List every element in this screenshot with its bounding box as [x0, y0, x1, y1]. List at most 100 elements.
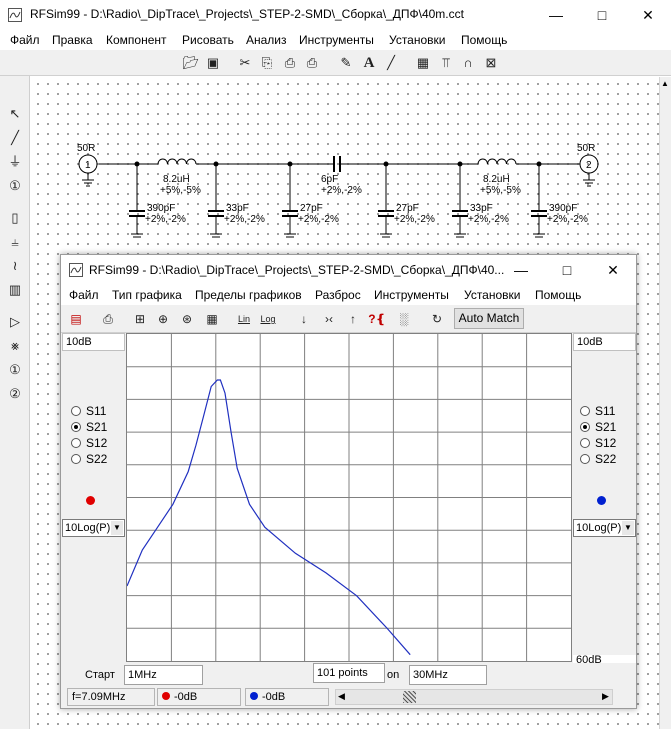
right-radio-s11[interactable]: S11 — [580, 404, 640, 420]
left-radio-s12[interactable]: S12 — [71, 436, 131, 452]
port2-number: 2 — [586, 160, 592, 171]
radio-indicator[interactable] — [580, 406, 590, 416]
radio-indicator[interactable] — [580, 438, 590, 448]
radio-label: S11 — [86, 404, 107, 418]
right-scale-box[interactable]: 10dB — [573, 333, 636, 351]
plot-svg — [126, 334, 571, 661]
shunt-cap-value: 390pF — [147, 203, 175, 214]
help-marker-icon[interactable]: ?❴ — [368, 310, 386, 328]
graph-menu-file[interactable]: Файл — [69, 288, 99, 302]
left-trace-color-dot — [86, 496, 95, 505]
radio-indicator[interactable] — [71, 422, 81, 432]
radio-label: S11 — [595, 404, 616, 418]
left-scale-box[interactable]: 10dB — [62, 333, 125, 351]
graph-menu-bar: Файл Тип графика Пределы графиков Разбро… — [61, 285, 636, 305]
marker-down-icon[interactable]: ↓ — [295, 310, 313, 328]
status-left-dot — [162, 692, 170, 700]
radio-label: S12 — [595, 436, 617, 450]
transformer-icon[interactable]: ⨳ — [6, 336, 24, 356]
right-format-select[interactable]: 10Log(P) ▼ — [573, 519, 636, 537]
radio-indicator[interactable] — [580, 422, 590, 432]
lin-scale-button[interactable]: Lin — [235, 310, 253, 328]
right-radio-s22[interactable]: S22 — [580, 452, 640, 468]
scroll-left-icon[interactable]: ◀ — [338, 691, 345, 702]
radio-indicator[interactable] — [71, 406, 81, 416]
inductor-right-tolerance: +5%,-5% — [480, 185, 521, 196]
tune-scrollbar[interactable]: ◀ ▶ — [335, 689, 613, 705]
port2-impedance: 50R — [577, 143, 595, 154]
scroll-right-icon[interactable]: ▶ — [602, 691, 609, 702]
transistor-icon[interactable]: ▷ — [6, 312, 24, 332]
radio-indicator[interactable] — [580, 454, 590, 464]
radio-indicator[interactable] — [71, 454, 81, 464]
graph-print-icon[interactable]: ⎙ — [99, 310, 117, 328]
zoom-in-icon[interactable]: ›‹ — [320, 310, 338, 328]
export-icon[interactable]: ▤ — [67, 310, 85, 328]
radio-label: S21 — [595, 420, 617, 434]
radio-label: S22 — [595, 452, 617, 466]
graph-menu-graph-type[interactable]: Тип графика — [112, 288, 182, 302]
response-plot[interactable] — [126, 333, 572, 662]
right-trace-color-dot — [597, 496, 606, 505]
radio-indicator[interactable] — [71, 438, 81, 448]
radio-label: S21 — [86, 420, 108, 434]
graph-window[interactable]: RFSim99 - D:\Radio\_DipTrace\_Projects\_… — [60, 254, 637, 709]
smith-plot-icon[interactable]: ⊛ — [178, 310, 196, 328]
graph-minimize-button[interactable]: — — [498, 255, 544, 285]
graph-menu-limits[interactable]: Пределы графиков — [195, 288, 302, 302]
log-scale-button[interactable]: Log — [259, 310, 277, 328]
shunt-cap-value: 27pF — [300, 203, 323, 214]
port1-icon[interactable]: ① — [6, 360, 24, 380]
port1-number: 1 — [85, 160, 91, 171]
shunt-cap-tolerance: +2%,-2% — [224, 214, 265, 225]
right-radio-s12[interactable]: S12 — [580, 436, 640, 452]
shunt-cap-tolerance: +2%,-2% — [468, 214, 509, 225]
scroll-thumb[interactable] — [403, 691, 416, 703]
status-right-dot — [250, 692, 258, 700]
series-cap-value: 6pF — [321, 174, 338, 185]
chevron-down-icon[interactable]: ▼ — [622, 521, 634, 535]
port1-impedance: 50R — [77, 143, 95, 154]
graph-menu-tools[interactable]: Инструменты — [374, 288, 449, 302]
left-format-select[interactable]: 10Log(P) ▼ — [62, 519, 125, 537]
table-icon[interactable]: ▦ — [203, 310, 221, 328]
graph-status-bar: f=7.09MHz -0dB -0dB ◀ ▶ — [61, 686, 636, 708]
polar-plot-icon[interactable]: ⊕ — [154, 310, 172, 328]
stop-frequency-input[interactable]: 30MHz — [409, 665, 487, 685]
graph-menu-help[interactable]: Помощь — [535, 288, 581, 302]
right-radio-s21[interactable]: S21 — [580, 420, 640, 436]
schematic-drawing: 50R 1 50R 2 8.2uH +5%,-5% 8.2uH +5%,-5% … — [77, 143, 599, 238]
graph-maximize-button[interactable]: □ — [544, 255, 590, 285]
tolerance-icon[interactable]: ░ — [395, 310, 413, 328]
marker-up-icon[interactable]: ↑ — [344, 310, 362, 328]
graph-title-bar[interactable]: RFSim99 - D:\Radio\_DipTrace\_Projects\_… — [61, 255, 636, 285]
chevron-down-icon[interactable]: ▼ — [111, 521, 123, 535]
port2-icon[interactable]: ② — [6, 384, 24, 404]
status-left-value: -0dB — [157, 688, 241, 706]
graph-app-icon — [69, 263, 83, 277]
auto-match-button[interactable]: Auto Match — [454, 308, 524, 329]
status-right-value: -0dB — [245, 688, 329, 706]
start-frequency-input[interactable]: 1MHz — [124, 665, 203, 685]
crystal-icon[interactable]: ▥ — [6, 280, 24, 300]
shunt-cap-value: 390pF — [549, 203, 577, 214]
shunt-cap-tolerance: +2%,-2% — [547, 214, 588, 225]
graph-window-title: RFSim99 - D:\Radio\_DipTrace\_Projects\_… — [89, 263, 505, 277]
start-label: Старт — [85, 669, 115, 681]
graph-close-button[interactable]: ✕ — [590, 255, 636, 285]
graph-menu-settings[interactable]: Установки — [464, 288, 520, 302]
rect-plot-icon[interactable]: ⊞ — [131, 310, 149, 328]
shunt-cap-value: 33pF — [470, 203, 493, 214]
left-radio-s22[interactable]: S22 — [71, 452, 131, 468]
status-right-text: -0dB — [262, 691, 286, 703]
left-radio-s11[interactable]: S11 — [71, 404, 131, 420]
tune-icon[interactable]: ↻ — [428, 310, 446, 328]
shunt-cap-value: 27pF — [396, 203, 419, 214]
series-cap-tolerance: +2%,-2% — [321, 185, 362, 196]
shunt-cap-value: 33pF — [226, 203, 249, 214]
radio-label: S22 — [86, 452, 108, 466]
graph-menu-spread[interactable]: Разброс — [315, 288, 361, 302]
points-input[interactable]: 101 points — [313, 663, 385, 683]
inductor-left-value: 8.2uH — [163, 174, 190, 185]
left-radio-s21[interactable]: S21 — [71, 420, 131, 436]
